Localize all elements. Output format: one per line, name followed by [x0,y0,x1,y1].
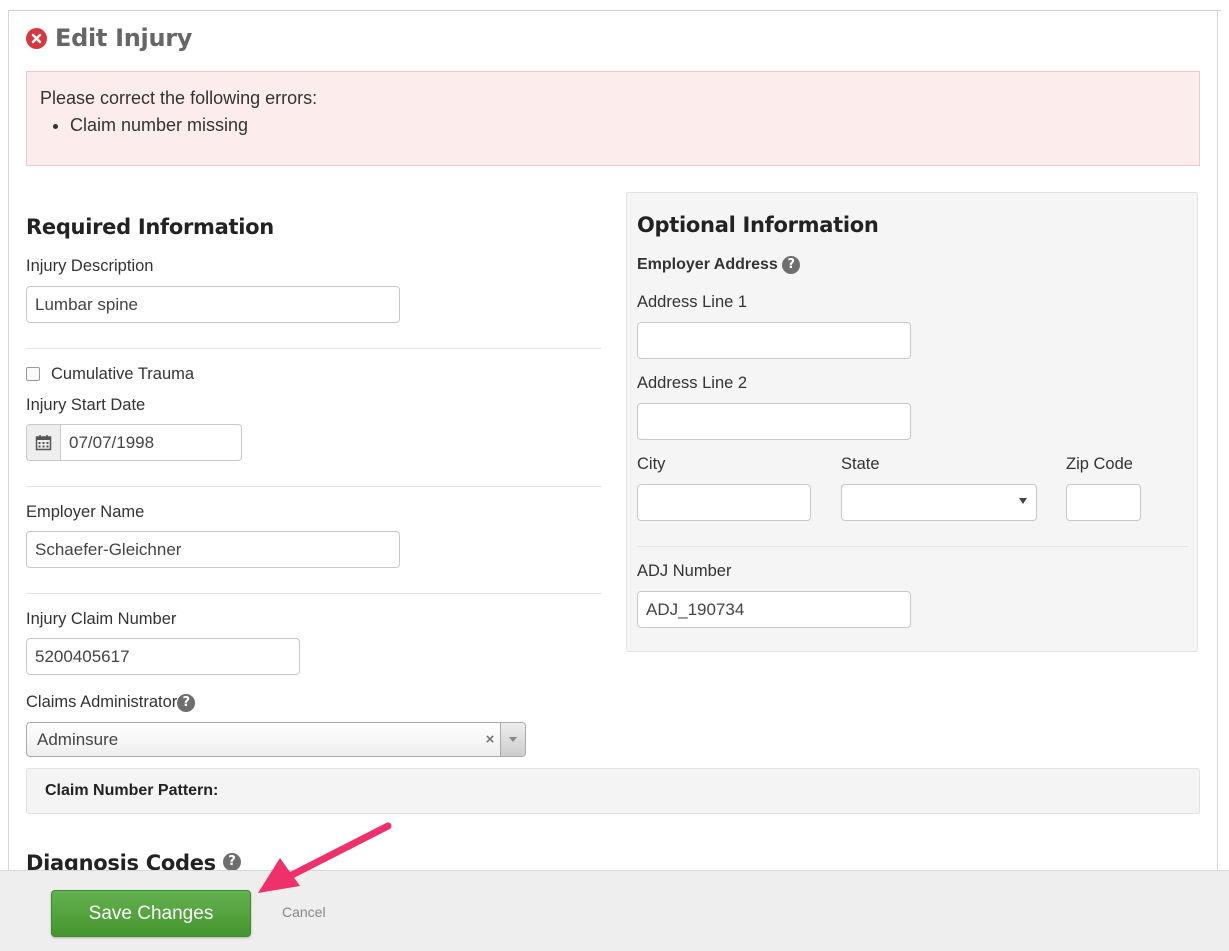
question-circle-icon[interactable]: ? [782,256,801,274]
chevron-down-icon[interactable] [500,723,525,756]
error-item: Claim number missing [70,113,1199,137]
optional-section-title: Optional Information [637,213,879,237]
state-label: State [841,455,880,473]
cancel-link[interactable]: Cancel [282,904,326,920]
cumulative-trauma-checkbox[interactable] [26,367,40,381]
zip-code-input[interactable] [1066,484,1141,521]
claims-administrator-value: Adminsure [37,729,119,749]
claims-administrator-label-row: Claims Administrator? [26,693,196,712]
cumulative-trauma-label: Cumulative Trauma [51,365,195,383]
required-section-title: Required Information [26,215,274,239]
city-label: City [637,455,666,473]
claim-number-label: Injury Claim Number [26,610,177,628]
divider [26,348,601,349]
city-input[interactable] [637,484,811,521]
zip-code-label: Zip Code [1066,455,1133,473]
window-top-border [8,0,1221,11]
employer-address-heading: Employer Address ? [637,256,801,274]
chevron-down-icon [1019,498,1027,504]
address-line-2-input[interactable] [637,403,911,440]
injury-start-date-label: Injury Start Date [26,396,146,414]
employer-name-label: Employer Name [26,503,145,521]
injury-description-label: Injury Description [26,257,154,275]
save-changes-button[interactable]: Save Changes [51,890,251,937]
address-line-1-label: Address Line 1 [637,293,748,311]
address-line-1-input[interactable] [637,322,911,359]
injury-start-date-field[interactable]: 07/07/1998 [26,424,242,461]
error-alert: Please correct the following errors: Cla… [26,71,1200,166]
close-circle-icon[interactable] [26,27,47,49]
injury-start-date-input[interactable]: 07/07/1998 [61,425,241,460]
employer-address-label: Employer Address [637,256,778,274]
claims-administrator-select[interactable]: Adminsure × [26,722,526,757]
window-right-border [1217,10,1218,870]
adj-number-label: ADJ Number [637,562,732,580]
window-left-border [8,10,9,870]
clear-icon[interactable]: × [480,731,500,748]
error-heading: Please correct the following errors: [40,88,318,108]
state-select[interactable] [841,484,1037,521]
question-circle-icon[interactable]: ? [222,853,241,871]
claim-number-pattern-label: Claim Number Pattern: [45,782,219,799]
page-title: Edit Injury [55,24,193,52]
calendar-icon[interactable] [27,425,61,460]
injury-description-input[interactable]: Lumbar spine [26,286,400,323]
error-list: Claim number missing [40,113,1199,137]
adj-number-input[interactable]: ADJ_190734 [637,591,911,628]
employer-name-input[interactable]: Schaefer-Gleichner [26,531,400,568]
divider [26,486,601,487]
claim-number-pattern: Claim Number Pattern: [26,768,1200,814]
page-header: Edit Injury [26,22,192,54]
claim-number-input[interactable]: 5200405617 [26,638,300,675]
divider [26,593,601,594]
divider [637,546,1188,547]
address-line-2-label: Address Line 2 [637,374,748,392]
question-circle-icon[interactable]: ? [177,693,196,712]
claims-administrator-label: Claims Administrator [26,693,178,711]
